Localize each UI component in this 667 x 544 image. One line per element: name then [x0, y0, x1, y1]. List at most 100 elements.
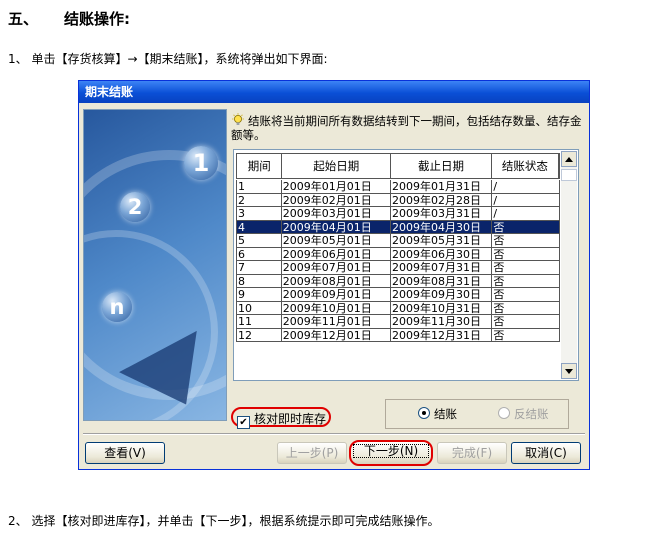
cell-end-date: 2009年03月31日 — [391, 207, 493, 221]
arrow-down-icon — [565, 369, 573, 374]
cell-end-date: 2009年10月31日 — [391, 301, 493, 315]
cell-status: 否 — [492, 328, 560, 342]
cell-start-date: 2009年08月01日 — [281, 274, 392, 288]
checkbox-box[interactable]: ✔ — [237, 416, 250, 429]
cell-end-date: 2009年02月28日 — [391, 193, 493, 207]
period-end-closing-dialog: 期末结账 1 2 n 结账将当前期间所有数据结转到下一期间，包括结存数量、结存金… — [78, 80, 590, 470]
cell-period: 5 — [236, 234, 282, 248]
cell-status: 否 — [492, 315, 560, 329]
cell-start-date: 2009年11月01日 — [281, 315, 392, 329]
cell-start-date: 2009年02月01日 — [281, 193, 392, 207]
step-orb-1: 1 — [184, 146, 218, 180]
cell-status: 否 — [492, 288, 560, 302]
step-orb-n: n — [102, 292, 132, 322]
view-button[interactable]: 查看(V) — [85, 442, 165, 464]
cell-status: / — [492, 193, 560, 207]
cell-period: 9 — [236, 288, 282, 302]
cell-period: 8 — [236, 274, 282, 288]
table-scrollbar[interactable] — [561, 151, 577, 379]
cell-period: 1 — [236, 180, 282, 194]
table-row[interactable]: 9 2009年09月01日 2009年09月30日否 — [236, 288, 560, 302]
radio-close[interactable]: 结账 — [418, 400, 457, 428]
column-header-period[interactable]: 期间 — [237, 154, 283, 178]
arrow-up-icon — [565, 157, 573, 162]
cell-status: / — [492, 180, 560, 194]
next-button[interactable]: 下一步(N) — [349, 440, 433, 466]
cell-period: 10 — [236, 301, 282, 315]
cell-period: 3 — [236, 207, 282, 221]
table-header: 期间 起始日期 截止日期 结账状态 — [236, 153, 560, 179]
radio-reverse-label: 反结账 — [514, 407, 549, 421]
cell-status: / — [492, 207, 560, 221]
scroll-down-button[interactable] — [561, 363, 577, 379]
dialog-title: 期末结账 — [85, 85, 134, 99]
cell-status: 否 — [492, 234, 560, 248]
radio-dot[interactable] — [498, 407, 510, 419]
radio-dot-selected[interactable] — [418, 407, 430, 419]
cell-start-date: 2009年12月01日 — [281, 328, 392, 342]
cell-start-date: 2009年09月01日 — [281, 288, 392, 302]
cell-status: 否 — [492, 261, 560, 275]
scroll-up-button[interactable] — [561, 151, 577, 167]
radio-reverse-close[interactable]: 反结账 — [498, 400, 549, 428]
cell-end-date: 2009年04月30日 — [391, 220, 493, 234]
cell-start-date: 2009年07月01日 — [281, 261, 392, 275]
cell-start-date: 2009年01月01日 — [281, 180, 392, 194]
table-row[interactable]: 8 2009年08月01日 2009年08月31日否 — [236, 274, 560, 288]
cell-end-date: 2009年08月31日 — [391, 274, 493, 288]
step-1-text: 1、 单击【存货核算】→【期末结账】，系统将弹出如下界面: — [8, 52, 328, 66]
lightbulb-icon — [232, 113, 244, 125]
cancel-button[interactable]: 取消(C) — [511, 442, 581, 464]
checkbox-label: 核对即时库存 — [254, 412, 327, 426]
scroll-thumb[interactable] — [561, 169, 577, 181]
cell-status: 否 — [492, 247, 560, 261]
hint-text: 结账将当前期间所有数据结转到下一期间，包括结存数量、结存金额等。 — [231, 113, 583, 142]
cell-status: 否 — [492, 220, 560, 234]
section-number: 五、 — [8, 10, 39, 28]
cell-start-date: 2009年03月01日 — [281, 207, 392, 221]
footer-divider — [83, 433, 585, 435]
cell-period: 12 — [236, 328, 282, 342]
table-row[interactable]: 7 2009年07月01日 2009年07月31日否 — [236, 261, 560, 275]
table-row[interactable]: 6 2009年06月01日 2009年06月30日否 — [236, 247, 560, 261]
hint-label: 结账将当前期间所有数据结转到下一期间，包括结存数量、结存金额等。 — [231, 114, 582, 142]
table-body: 1 2009年01月01日 2009年01月31日/2 2009年02月01日 2009… — [236, 180, 560, 342]
next-button-label: 下一步(N) — [353, 444, 429, 458]
prev-button[interactable]: 上一步(P) — [277, 442, 347, 464]
table-row[interactable]: 3 2009年03月01日 2009年03月31日 / — [236, 207, 560, 221]
column-header-status[interactable]: 结账状态 — [492, 154, 559, 178]
cell-period: 2 — [236, 193, 282, 207]
radio-close-label: 结账 — [434, 407, 457, 421]
table-row[interactable]: 5 2009年05月01日 2009年05月31日否 — [236, 234, 560, 248]
cell-end-date: 2009年05月31日 — [391, 234, 493, 248]
table-row[interactable]: 1 2009年01月01日 2009年01月31日 / — [236, 180, 560, 194]
verify-stock-checkbox[interactable]: ✔ 核对即时库存 — [231, 407, 331, 429]
table-row[interactable]: 12 2009年12月01日 2009年12月31日否 — [236, 328, 560, 342]
cell-end-date: 2009年07月31日 — [391, 261, 493, 275]
column-header-start-date[interactable]: 起始日期 — [282, 154, 392, 178]
step-2-text: 2、 选择【核对即进库存】，并单击【下一步】，根据系统提示即可完成结账操作。 — [8, 514, 440, 528]
table-row[interactable]: 2 2009年02月01日 2009年02月28日 / — [236, 193, 560, 207]
table-row[interactable]: 11 2009年11月01日 2009年11月30日否 — [236, 315, 560, 329]
cell-end-date: 2009年11月30日 — [391, 315, 493, 329]
cell-start-date: 2009年04月01日 — [281, 220, 392, 234]
table-row[interactable]: 10 2009年10月01日 2009年10月31日否 — [236, 301, 560, 315]
cell-start-date: 2009年10月01日 — [281, 301, 392, 315]
cell-period: 7 — [236, 261, 282, 275]
cell-period: 11 — [236, 315, 282, 329]
section-title: 结账操作: — [64, 10, 130, 28]
cell-start-date: 2009年05月01日 — [281, 234, 392, 248]
cell-status: 否 — [492, 301, 560, 315]
cell-period: 4 — [236, 220, 282, 234]
dialog-title-bar[interactable]: 期末结账 — [79, 81, 589, 103]
cell-end-date: 2009年09月30日 — [391, 288, 493, 302]
section-heading: 五、 结账操作: — [8, 8, 130, 29]
column-header-end-date[interactable]: 截止日期 — [391, 154, 492, 178]
table-row[interactable]: 4 2009年04月01日 2009年04月30日否 — [236, 220, 560, 234]
cell-period: 6 — [236, 247, 282, 261]
cell-status: 否 — [492, 274, 560, 288]
period-table: 期间 起始日期 截止日期 结账状态 1 2009年01月01日 2009年01月31… — [233, 149, 579, 381]
cell-end-date: 2009年12月31日 — [391, 328, 493, 342]
finish-button[interactable]: 完成(F) — [437, 442, 507, 464]
cell-end-date: 2009年01月31日 — [391, 180, 493, 194]
